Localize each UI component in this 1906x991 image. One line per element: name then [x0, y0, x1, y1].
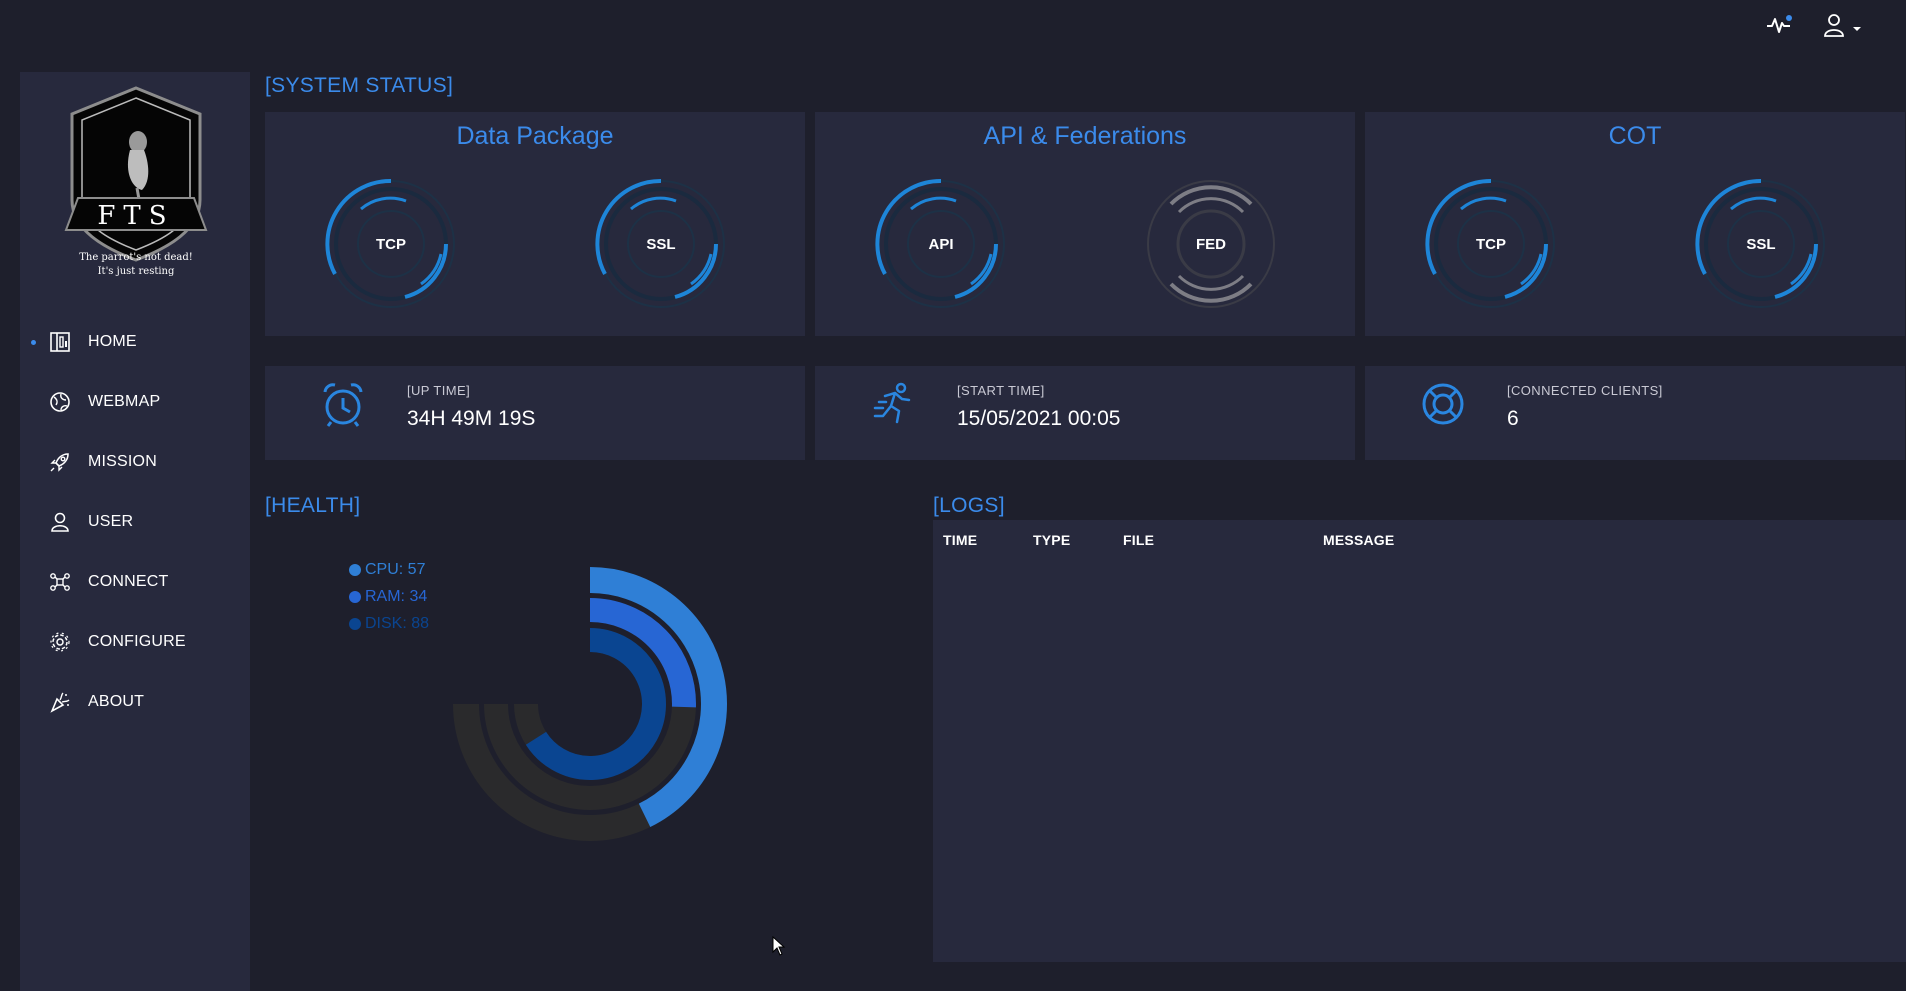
gauge-label: FED	[1196, 235, 1226, 253]
log-column-file: FILE	[1123, 532, 1155, 548]
gear-icon	[48, 630, 72, 654]
info-label: [UP TIME]	[407, 383, 471, 398]
sidebar-item-user[interactable]: USER	[20, 492, 250, 552]
status-card-data-package: Data Package TCP SSL	[265, 112, 805, 336]
top-bar	[0, 0, 1906, 50]
lifebuoy-icon	[1419, 380, 1467, 428]
start-time-value: 15/05/2021 00:05	[957, 407, 1121, 430]
log-column-type: TYPE	[1033, 532, 1071, 548]
dashboard-icon	[48, 330, 72, 354]
status-gauge-tcp: TCP	[321, 174, 461, 314]
sidebar-item-label: HOME	[88, 333, 137, 350]
notification-dot	[1786, 15, 1792, 21]
sidebar: FTS The parrot's not dead! It's just res…	[20, 72, 250, 991]
status-card-cot: COT TCP SSL	[1365, 112, 1905, 336]
gauge-label: TCP	[376, 235, 406, 253]
health-title: [HEALTH]	[265, 494, 361, 517]
chevron-down-icon	[1853, 27, 1861, 31]
status-card-api-federations: API & Federations API FED	[815, 112, 1355, 336]
status-gauge-api: API	[871, 174, 1011, 314]
info-label: [CONNECTED CLIENTS]	[1507, 383, 1663, 398]
sidebar-item-label: ABOUT	[88, 693, 145, 710]
connected-clients-value: 6	[1507, 407, 1519, 430]
radial-bar-chart	[453, 567, 727, 841]
active-indicator	[31, 340, 36, 345]
sidebar-item-about[interactable]: ABOUT	[20, 672, 250, 732]
sidebar-item-label: CONFIGURE	[88, 633, 186, 650]
info-card-connected-clients: [CONNECTED CLIENTS] 6	[1365, 366, 1905, 460]
sidebar-item-label: CONNECT	[88, 573, 169, 590]
status-gauge-tcp: TCP	[1421, 174, 1561, 314]
uptime-value: 34H 49M 19S	[407, 407, 536, 430]
sidebar-item-home[interactable]: HOME	[20, 312, 250, 372]
info-card-uptime: [UP TIME] 34H 49M 19S	[265, 366, 805, 460]
user-icon	[1824, 14, 1844, 37]
logo-tagline-2: It's just resting	[98, 266, 175, 277]
mouse-cursor-icon	[772, 936, 786, 956]
logo-text: FTS	[97, 201, 174, 231]
logs-table: TIME TYPE FILE MESSAGE	[933, 520, 1906, 962]
party-popper-icon	[48, 690, 72, 714]
sidebar-item-mission[interactable]: MISSION	[20, 432, 250, 492]
gauge-label: SSL	[1746, 235, 1776, 253]
user-icon	[48, 510, 72, 534]
rocket-icon	[48, 450, 72, 474]
info-label: [START TIME]	[957, 383, 1045, 398]
user-menu-button[interactable]	[1818, 10, 1868, 40]
running-person-icon	[869, 380, 917, 428]
gauge-label: API	[928, 235, 954, 253]
globe-icon	[48, 390, 72, 414]
status-card-title: API & Federations	[983, 122, 1187, 150]
sidebar-item-label: WEBMAP	[88, 393, 161, 410]
status-gauge-ssl: SSL	[591, 174, 731, 314]
sidebar-item-label: MISSION	[88, 453, 157, 470]
alarm-clock-icon	[319, 380, 367, 428]
sidebar-item-label: USER	[88, 513, 134, 530]
logs-title: [LOGS]	[933, 494, 1005, 517]
fts-logo: FTS The parrot's not dead! It's just res…	[58, 80, 214, 280]
sidebar-item-connect[interactable]: CONNECT	[20, 552, 250, 612]
sidebar-item-configure[interactable]: CONFIGURE	[20, 612, 250, 672]
status-gauge-fed: FED	[1141, 174, 1281, 314]
health-chart: CPU: 57 RAM: 34 DISK: 88	[265, 524, 925, 964]
status-gauge-ssl: SSL	[1691, 174, 1831, 314]
activity-button[interactable]	[1762, 10, 1796, 40]
sidebar-nav: HOME WEBMAP MISSION USER CONNECT CONFIGU…	[20, 312, 250, 732]
logo-tagline-1: The parrot's not dead!	[79, 252, 193, 263]
bar-disk[interactable]	[525, 628, 666, 780]
log-column-time: TIME	[943, 532, 978, 548]
gauge-label: SSL	[646, 235, 676, 253]
shield-logo-icon: FTS The parrot's not dead! It's just res…	[64, 86, 208, 277]
status-card-title: Data Package	[456, 122, 614, 150]
log-column-message: MESSAGE	[1323, 532, 1395, 548]
info-card-start-time: [START TIME] 15/05/2021 00:05	[815, 366, 1355, 460]
network-icon	[48, 570, 72, 594]
system-status-title: [SYSTEM STATUS]	[265, 74, 454, 97]
gauge-label: TCP	[1476, 235, 1506, 253]
sidebar-item-webmap[interactable]: WEBMAP	[20, 372, 250, 432]
status-card-title: COT	[1608, 122, 1662, 150]
